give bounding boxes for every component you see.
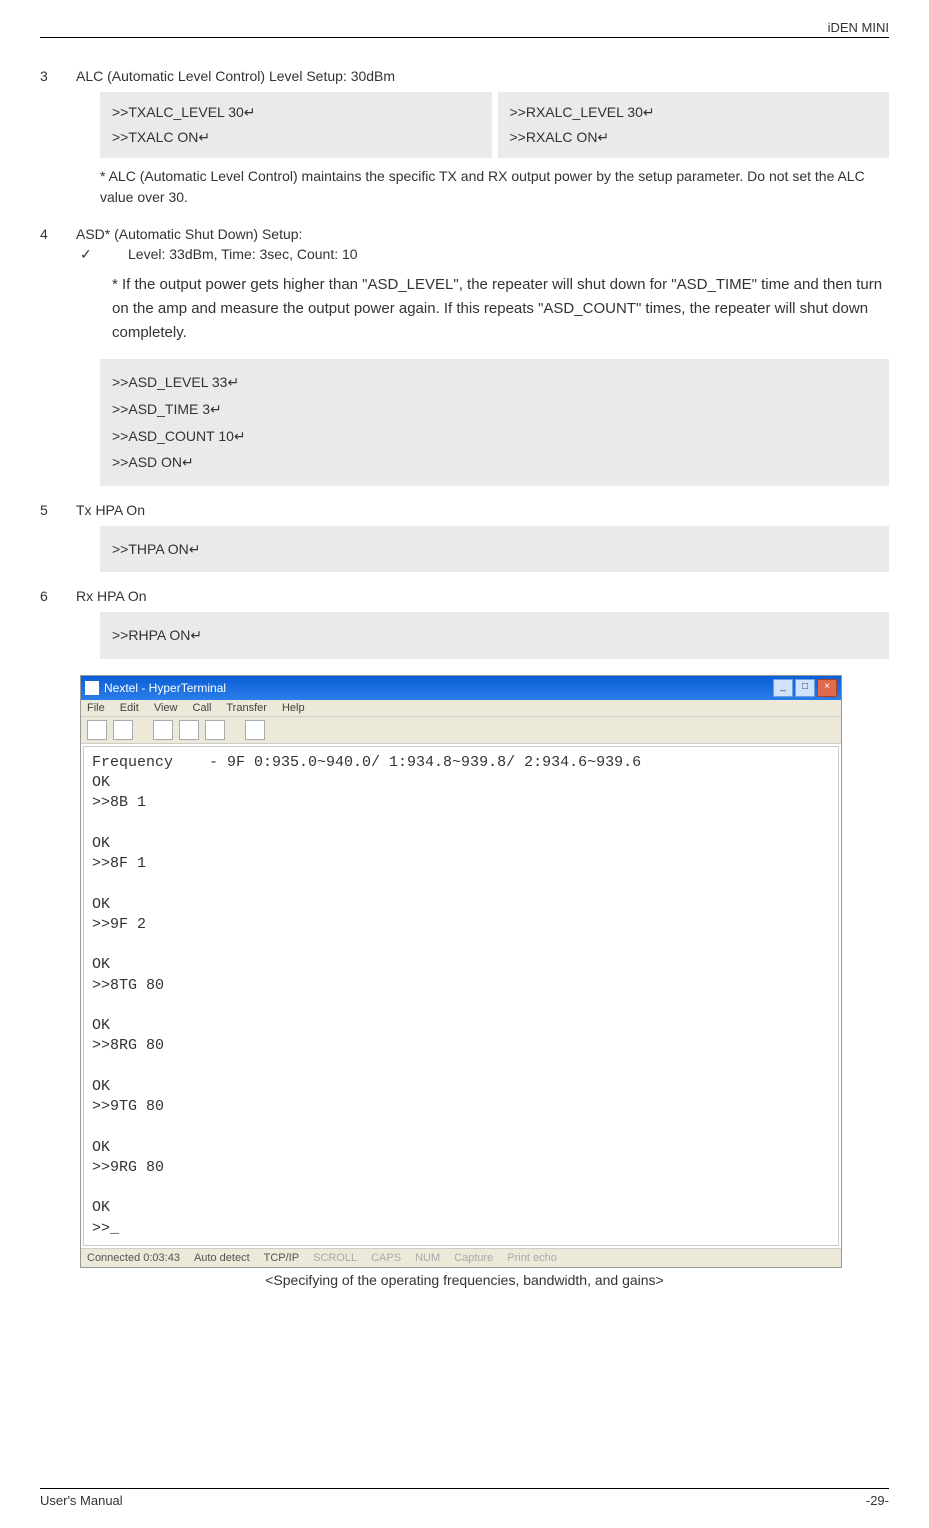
hyperterminal-window: Nextel - HyperTerminal _ □ × File Edit V… <box>80 675 842 1268</box>
footer-left: User's Manual <box>40 1493 123 1508</box>
status-proto: TCP/IP <box>264 1252 299 1264</box>
asd-line3: >>ASD_COUNT 10↵ <box>112 423 877 450</box>
header-doc-title: iDEN MINI <box>40 20 889 38</box>
window-title: Nextel - HyperTerminal <box>104 681 226 695</box>
check-icon: ✓ <box>80 246 128 263</box>
asd-line2: >>ASD_TIME 3↵ <box>112 396 877 423</box>
status-detect: Auto detect <box>194 1252 250 1264</box>
rhpa-code: >>RHPA ON↵ <box>100 612 889 659</box>
step-4-number: 4 <box>40 226 76 242</box>
status-num: NUM <box>415 1252 440 1264</box>
status-caps: CAPS <box>371 1252 401 1264</box>
menu-transfer[interactable]: Transfer <box>226 702 267 714</box>
rxalc-code: >>RXALC_LEVEL 30↵ >>RXALC ON↵ <box>498 92 890 158</box>
menu-view[interactable]: View <box>154 702 178 714</box>
txalc-line2: >>TXALC ON↵ <box>112 125 480 150</box>
rxalc-line1: >>RXALC_LEVEL 30↵ <box>510 100 878 125</box>
footer-right: -29- <box>866 1493 889 1508</box>
toolbar-button-2[interactable] <box>113 720 133 740</box>
toolbar-separator-2 <box>231 720 239 740</box>
status-capture: Capture <box>454 1252 493 1264</box>
status-connected: Connected 0:03:43 <box>87 1252 180 1264</box>
status-scroll: SCROLL <box>313 1252 357 1264</box>
minimize-button[interactable]: _ <box>773 679 793 697</box>
alc-note: * ALC (Automatic Level Control) maintain… <box>100 166 889 208</box>
menubar: File Edit View Call Transfer Help <box>81 700 841 717</box>
menu-edit[interactable]: Edit <box>120 702 139 714</box>
figure-caption: <Specifying of the operating frequencies… <box>40 1272 889 1288</box>
step-4-title: ASD* (Automatic Shut Down) Setup: <box>76 226 889 242</box>
window-titlebar[interactable]: Nextel - HyperTerminal _ □ × <box>81 676 841 700</box>
asd-line4: >>ASD ON↵ <box>112 449 877 476</box>
close-button[interactable]: × <box>817 679 837 697</box>
step-5-number: 5 <box>40 502 76 518</box>
asd-note: * If the output power gets higher than "… <box>112 273 889 345</box>
toolbar-button-6[interactable] <box>245 720 265 740</box>
level-time-count: Level: 33dBm, Time: 3sec, Count: 10 <box>128 246 358 263</box>
txalc-code: >>TXALC_LEVEL 30↵ >>TXALC ON↵ <box>100 92 492 158</box>
step-3-number: 3 <box>40 68 76 84</box>
thpa-code: >>THPA ON↵ <box>100 526 889 573</box>
step-3-title: ALC (Automatic Level Control) Level Setu… <box>76 68 889 84</box>
menu-file[interactable]: File <box>87 702 105 714</box>
asd-line1: >>ASD_LEVEL 33↵ <box>112 369 877 396</box>
toolbar-button-3[interactable] <box>153 720 173 740</box>
toolbar-button-4[interactable] <box>179 720 199 740</box>
statusbar: Connected 0:03:43 Auto detect TCP/IP SCR… <box>81 1248 841 1267</box>
txalc-line1: >>TXALC_LEVEL 30↵ <box>112 100 480 125</box>
menu-help[interactable]: Help <box>282 702 305 714</box>
toolbar-button-1[interactable] <box>87 720 107 740</box>
maximize-button[interactable]: □ <box>795 679 815 697</box>
step-5-title: Tx HPA On <box>76 502 889 518</box>
toolbar-separator-1 <box>139 720 147 740</box>
toolbar-button-5[interactable] <box>205 720 225 740</box>
asd-code: >>ASD_LEVEL 33↵ >>ASD_TIME 3↵ >>ASD_COUN… <box>100 359 889 485</box>
status-print: Print echo <box>507 1252 557 1264</box>
step-6-title: Rx HPA On <box>76 588 889 604</box>
terminal-output[interactable]: Frequency - 9F 0:935.0~940.0/ 1:934.8~93… <box>83 746 839 1246</box>
rxalc-line2: >>RXALC ON↵ <box>510 125 878 150</box>
toolbar <box>81 717 841 744</box>
menu-call[interactable]: Call <box>193 702 212 714</box>
step-6-number: 6 <box>40 588 76 604</box>
app-icon <box>85 681 99 695</box>
